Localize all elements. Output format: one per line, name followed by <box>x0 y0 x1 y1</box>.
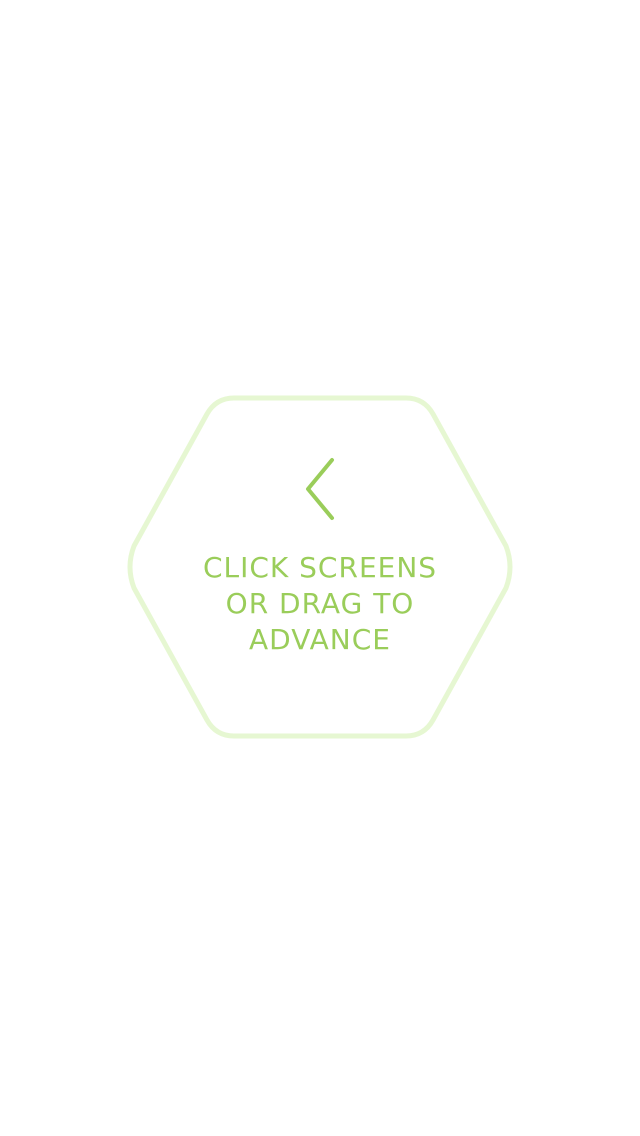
hint-line-3: ADVANCE <box>249 623 391 656</box>
advance-hint: CLICK SCREENS OR DRAG TO ADVANCE <box>124 392 516 742</box>
hint-line-1: CLICK SCREENS <box>202 551 438 584</box>
hint-line-2: OR DRAG TO <box>225 587 415 620</box>
hint-text: CLICK SCREENS OR DRAG TO ADVANCE <box>124 550 516 658</box>
chevron-left-icon <box>306 458 334 520</box>
onboarding-screen[interactable]: CLICK SCREENS OR DRAG TO ADVANCE <box>0 0 640 1136</box>
